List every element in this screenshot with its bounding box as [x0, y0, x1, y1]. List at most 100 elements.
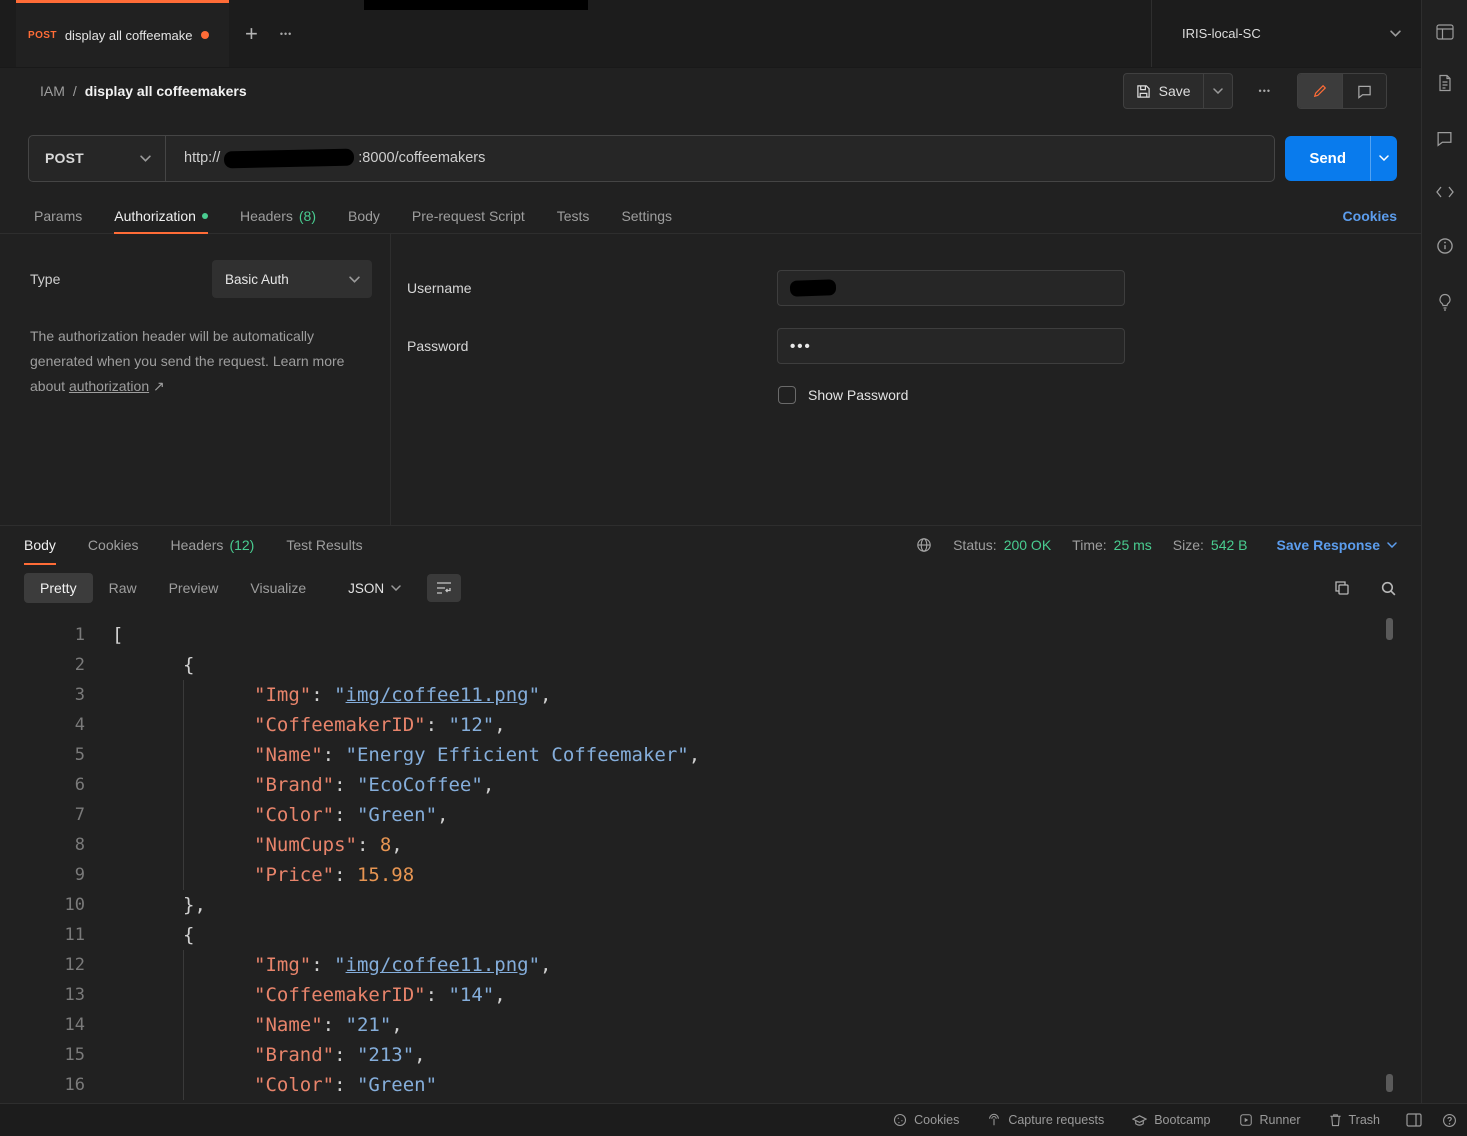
url-bar: POST http:// :8000/coffeemakers — [28, 135, 1275, 182]
request-more-button[interactable]: ••• — [1259, 86, 1271, 96]
save-button-main[interactable]: Save — [1124, 83, 1203, 99]
url-row: POST http:// :8000/coffeemakers Send — [0, 114, 1421, 198]
trash-button[interactable]: Trash — [1329, 1113, 1381, 1127]
tab-headers[interactable]: Headers (8) — [240, 198, 316, 233]
runner-button[interactable]: Runner — [1239, 1113, 1301, 1127]
username-input[interactable] — [777, 270, 1125, 306]
chevron-down-icon — [140, 155, 151, 162]
response-tab-body[interactable]: Body — [24, 526, 56, 564]
line-number: 7 — [0, 800, 85, 830]
code-icon — [1436, 185, 1454, 199]
bootcamp-button[interactable]: Bootcamp — [1132, 1113, 1210, 1127]
code-line: 16"Color": "Green" — [0, 1070, 1421, 1100]
info-button[interactable] — [1436, 237, 1454, 255]
code-snippet-button[interactable] — [1436, 185, 1454, 199]
pull-request-hints-button[interactable] — [1437, 293, 1453, 311]
comment-icon — [1436, 130, 1453, 147]
auth-fields-column: Username Password ••• Show Password — [391, 234, 1421, 525]
environment-selector[interactable]: IRIS-local-SC — [1151, 0, 1421, 67]
status-value: 200 OK — [1004, 537, 1051, 553]
tab-settings[interactable]: Settings — [621, 198, 672, 233]
top-region: POST display all coffeemake + ••• IRIS-l… — [0, 0, 1467, 1103]
code-line: 13"CoffeemakerID": "14", — [0, 980, 1421, 1010]
view-tab-pretty[interactable]: Pretty — [24, 573, 93, 603]
scrollbar-thumb[interactable] — [1386, 618, 1393, 640]
save-response-button[interactable]: Save Response — [1277, 537, 1398, 553]
save-icon — [1136, 84, 1151, 99]
url-input[interactable]: http:// :8000/coffeemakers — [166, 136, 1274, 181]
auth-type-dropdown[interactable]: Basic Auth — [212, 260, 372, 298]
copy-icon[interactable] — [1334, 580, 1350, 596]
method-selector[interactable]: POST — [29, 136, 166, 181]
wrap-lines-button[interactable] — [427, 574, 461, 602]
show-password-label: Show Password — [808, 387, 908, 403]
breadcrumb-separator: / — [73, 83, 77, 99]
time-value: 25 ms — [1114, 537, 1152, 553]
edit-request-button[interactable] — [1298, 74, 1342, 108]
tab-body[interactable]: Body — [348, 198, 380, 233]
response-tab-cookies[interactable]: Cookies — [88, 526, 139, 564]
code-line: 3"Img": "img/coffee11.png", — [0, 680, 1421, 710]
breadcrumb: IAM / display all coffeemakers — [40, 83, 247, 99]
url-suffix: :8000/coffeemakers — [358, 150, 485, 166]
capture-requests-button[interactable]: Capture requests — [987, 1113, 1104, 1127]
tab-tests[interactable]: Tests — [557, 198, 590, 233]
time-label: Time: — [1072, 537, 1106, 553]
send-options-button[interactable] — [1370, 136, 1397, 181]
view-tab-visualize[interactable]: Visualize — [234, 573, 322, 603]
response-meta: Status: 200 OK Time: 25 ms Size: 542 B S… — [916, 526, 1397, 564]
view-tab-preview[interactable]: Preview — [153, 573, 235, 603]
code-lines: 1[2{3"Img": "img/coffee11.png",4"Coffeem… — [0, 620, 1421, 1100]
new-tab-button[interactable]: + — [245, 23, 258, 45]
tab-params[interactable]: Params — [34, 198, 82, 233]
method-label: POST — [45, 150, 84, 166]
capture-icon — [987, 1113, 1001, 1127]
format-dropdown[interactable]: JSON — [348, 581, 401, 596]
code-line: 5"Name": "Energy Efficient Coffeemaker", — [0, 740, 1421, 770]
show-password-checkbox[interactable] — [778, 386, 796, 404]
layout-panes-button[interactable] — [1436, 24, 1454, 40]
status-bar-actions — [1406, 1113, 1457, 1128]
comments-button[interactable] — [1342, 74, 1386, 108]
code-line: 12"Img": "img/coffee11.png", — [0, 950, 1421, 980]
two-pane-icon[interactable] — [1406, 1113, 1422, 1127]
send-button[interactable]: Send — [1285, 136, 1397, 181]
password-input[interactable]: ••• — [777, 328, 1125, 364]
cookies-manager-button[interactable]: Cookies — [893, 1113, 959, 1127]
response-body-viewer[interactable]: 1[2{3"Img": "img/coffee11.png",4"Coffeem… — [0, 612, 1421, 1103]
view-tab-raw[interactable]: Raw — [93, 573, 153, 603]
tab-options-button[interactable]: ••• — [280, 29, 292, 39]
globe-icon[interactable] — [916, 537, 932, 553]
comments-panel-button[interactable] — [1436, 130, 1453, 147]
breadcrumb-collection[interactable]: IAM — [40, 83, 65, 99]
cookies-link[interactable]: Cookies — [1343, 208, 1397, 224]
code-line: 8"NumCups": 8, — [0, 830, 1421, 860]
chevron-down-icon — [1390, 30, 1401, 37]
request-tab[interactable]: POST display all coffeemake — [16, 0, 229, 67]
url-redaction — [224, 148, 354, 168]
tab-authorization[interactable]: Authorization — [114, 198, 208, 233]
help-icon[interactable] — [1442, 1113, 1457, 1128]
documentation-button[interactable] — [1437, 74, 1453, 92]
response-tab-headers[interactable]: Headers (12) — [171, 526, 255, 564]
request-name: display all coffeemakers — [85, 83, 247, 99]
code-line: 6"Brand": "EcoCoffee", — [0, 770, 1421, 800]
search-icon[interactable] — [1380, 580, 1397, 597]
code-line: 14"Name": "21", — [0, 1010, 1421, 1040]
save-options-button[interactable] — [1203, 74, 1232, 108]
line-number: 4 — [0, 710, 85, 740]
info-icon — [1436, 237, 1454, 255]
document-icon — [1437, 74, 1453, 92]
chevron-down-icon — [1379, 155, 1389, 161]
chevron-down-icon — [1213, 88, 1223, 94]
save-button[interactable]: Save — [1123, 73, 1233, 109]
tab-pre-request-script[interactable]: Pre-request Script — [412, 198, 525, 233]
tab-method-label: POST — [28, 30, 57, 41]
response-tab-test-results[interactable]: Test Results — [286, 526, 362, 564]
scrollbar-mark[interactable] — [1386, 1074, 1393, 1092]
line-number: 16 — [0, 1070, 85, 1100]
right-sidebar — [1421, 0, 1467, 1103]
authorization-docs-link[interactable]: authorization — [69, 378, 149, 394]
send-button-label[interactable]: Send — [1285, 136, 1370, 181]
auth-type-label: Type — [30, 271, 60, 287]
